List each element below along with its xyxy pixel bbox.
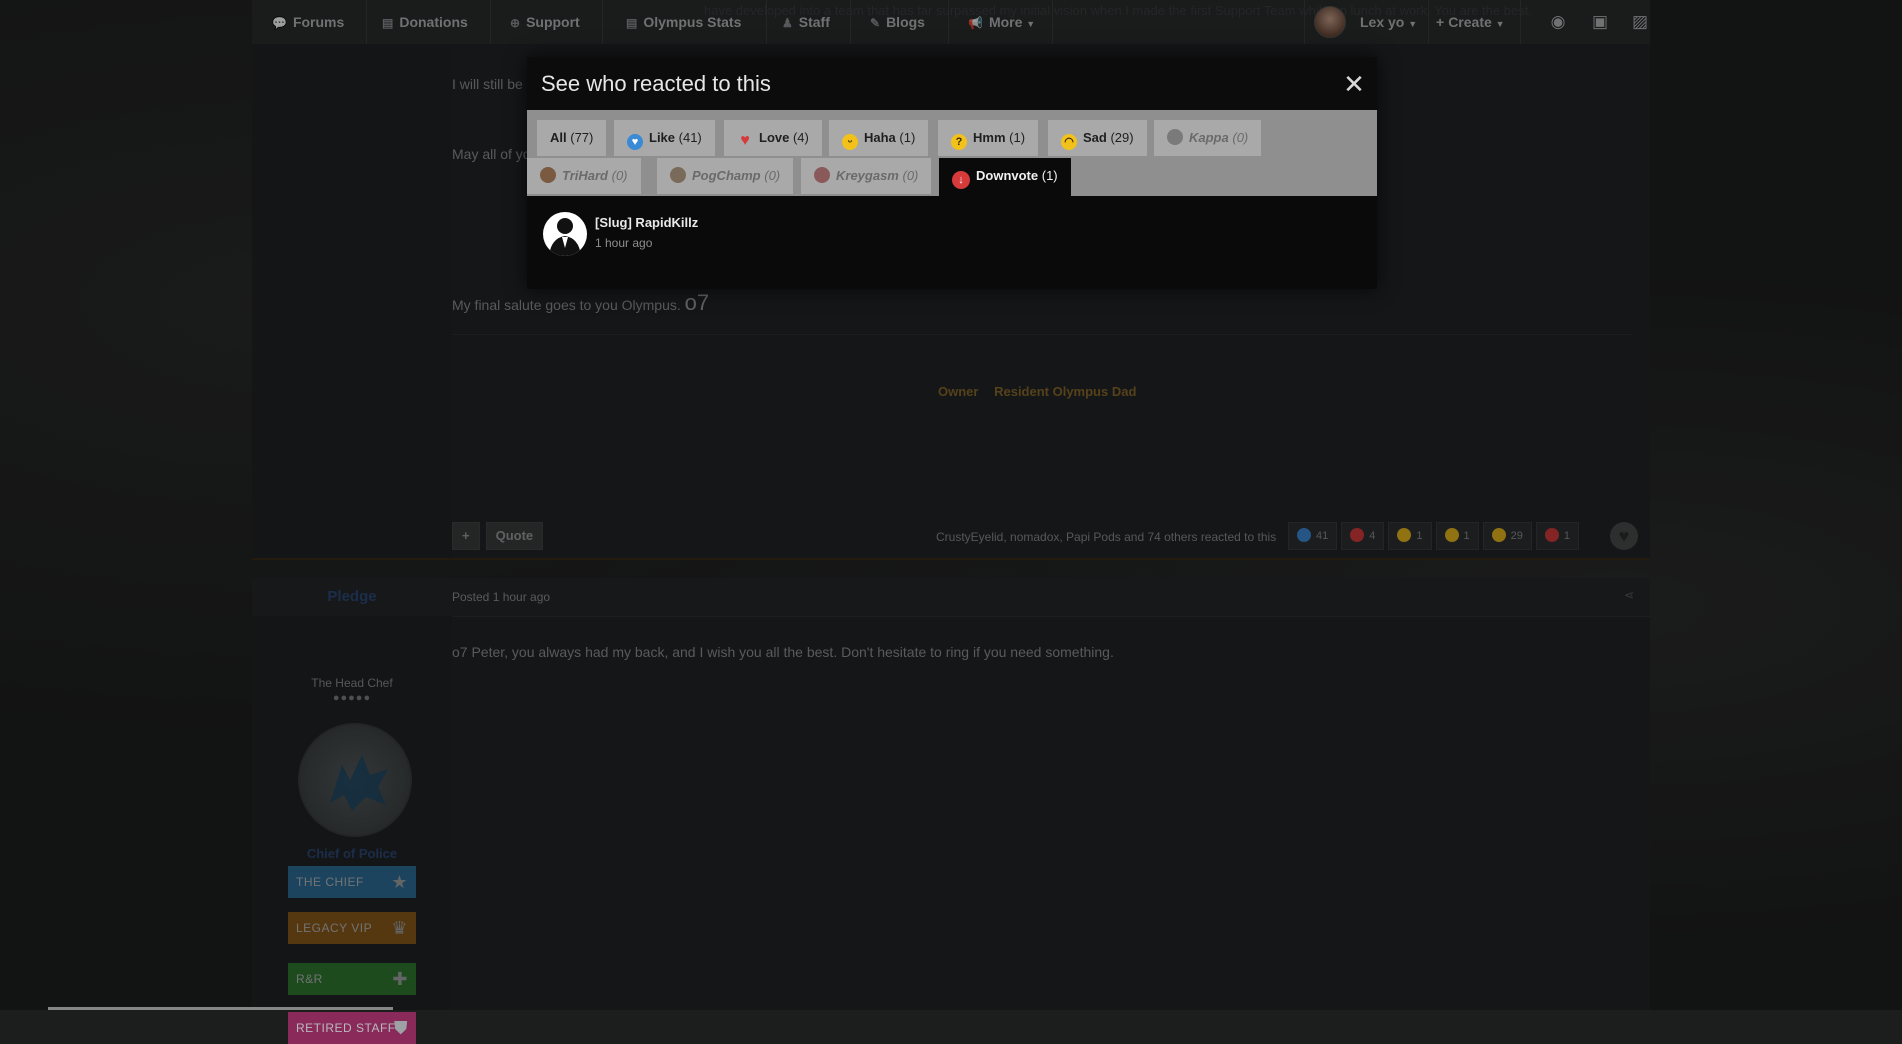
- suit-silhouette-icon: [549, 218, 581, 256]
- modal-title: See who reacted to this: [541, 71, 771, 96]
- reactor-avatar[interactable]: [543, 212, 587, 256]
- tab-downvote[interactable]: ↓ Downvote (1): [939, 158, 1071, 196]
- tab-pogchamp[interactable]: PogChamp (0): [657, 158, 794, 194]
- tab-like[interactable]: ♥ Like (41): [614, 120, 715, 156]
- modal-header: See who reacted to this ✕: [527, 57, 1377, 111]
- sad-icon: ◠: [1061, 134, 1077, 150]
- tab-sad[interactable]: ◠ Sad (29): [1048, 120, 1147, 156]
- heart-icon: ♥: [740, 132, 750, 149]
- like-icon: ♥: [627, 134, 643, 150]
- reactor-name[interactable]: [Slug] RapidKillz: [595, 215, 698, 230]
- tab-kappa[interactable]: Kappa (0): [1154, 120, 1262, 156]
- reactions-modal: See who reacted to this ✕ All (77) ♥ Like…: [527, 57, 1377, 289]
- tab-haha[interactable]: ᵕ Haha (1): [829, 120, 929, 156]
- shield-icon: ⛊: [394, 1018, 408, 1038]
- close-icon[interactable]: ✕: [1339, 69, 1369, 99]
- tab-trihard[interactable]: TriHard (0): [527, 158, 641, 194]
- tab-love[interactable]: ♥ Love (4): [724, 120, 822, 156]
- reaction-tabs: All (77) ♥ Like (41) ♥ Love (4) ᵕ Haha (1) …: [527, 110, 1377, 196]
- kreygasm-icon: [814, 167, 830, 183]
- downvote-icon: ↓: [952, 171, 970, 189]
- haha-icon: ᵕ: [842, 134, 858, 150]
- trihard-icon: [540, 167, 556, 183]
- tab-hmm[interactable]: ? Hmm (1): [938, 120, 1039, 156]
- pogchamp-icon: [670, 167, 686, 183]
- tab-all[interactable]: All (77): [537, 120, 607, 156]
- hmm-icon: ?: [951, 134, 967, 150]
- tab-kreygasm[interactable]: Kreygasm (0): [801, 158, 932, 194]
- reactor-time: 1 hour ago: [595, 236, 653, 250]
- kappa-icon: [1167, 129, 1183, 145]
- badge-retired-staff: RETIRED STAFF ⛊: [288, 1012, 416, 1044]
